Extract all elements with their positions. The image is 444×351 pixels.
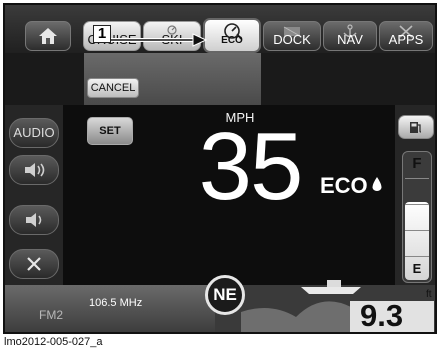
- depth-unit: ft: [426, 289, 432, 300]
- fuel-pump-icon: [410, 122, 422, 133]
- set-button[interactable]: SET: [87, 117, 133, 145]
- eco-mode-indicator: ECO: [320, 173, 384, 199]
- eco-drop-icon: [372, 177, 382, 191]
- speed-value: 35: [198, 113, 304, 220]
- callout-number: 1: [93, 25, 111, 43]
- depth-value: 9.3: [360, 298, 404, 333]
- figure-caption: lmo2012-005-027_a: [4, 336, 103, 348]
- tab-eco-label: ECO: [221, 35, 243, 46]
- volume-down-button[interactable]: [9, 205, 59, 235]
- fuel-gauge-tick: [405, 256, 429, 257]
- mute-icon: [27, 257, 41, 271]
- fuel-full-label: F: [412, 155, 422, 172]
- display-frame: CRUISE SKI ECO DOCK NAV: [3, 3, 437, 334]
- home-icon: [39, 28, 57, 44]
- tab-apps-label: APPS: [388, 32, 424, 47]
- fuel-gauge-tick: [405, 204, 429, 205]
- speaker-down-icon: [26, 213, 42, 227]
- speaker-up-icon: [25, 163, 45, 177]
- fuel-button[interactable]: [398, 115, 434, 139]
- tab-nav[interactable]: NAV: [323, 21, 377, 51]
- compass-heading: NE: [205, 275, 245, 315]
- fuel-gauge-tick: [405, 178, 429, 179]
- tab-dock[interactable]: DOCK: [263, 21, 321, 51]
- radio-frequency: 106.5 MHz: [89, 297, 143, 309]
- audio-button[interactable]: AUDIO: [9, 118, 59, 148]
- tab-nav-label: NAV: [337, 32, 363, 47]
- radio-band: FM2: [39, 308, 63, 322]
- volume-up-button[interactable]: [9, 155, 59, 185]
- callout-arrow: [111, 33, 207, 47]
- tab-dock-label: DOCK: [273, 32, 311, 47]
- mute-button[interactable]: [9, 249, 59, 279]
- tab-home[interactable]: [25, 21, 71, 51]
- eco-mode-label: ECO: [320, 173, 368, 198]
- tab-apps[interactable]: APPS: [379, 21, 433, 51]
- fuel-gauge-tick: [405, 230, 429, 231]
- tab-eco[interactable]: ECO: [203, 18, 261, 53]
- cancel-button[interactable]: CANCEL: [87, 78, 139, 98]
